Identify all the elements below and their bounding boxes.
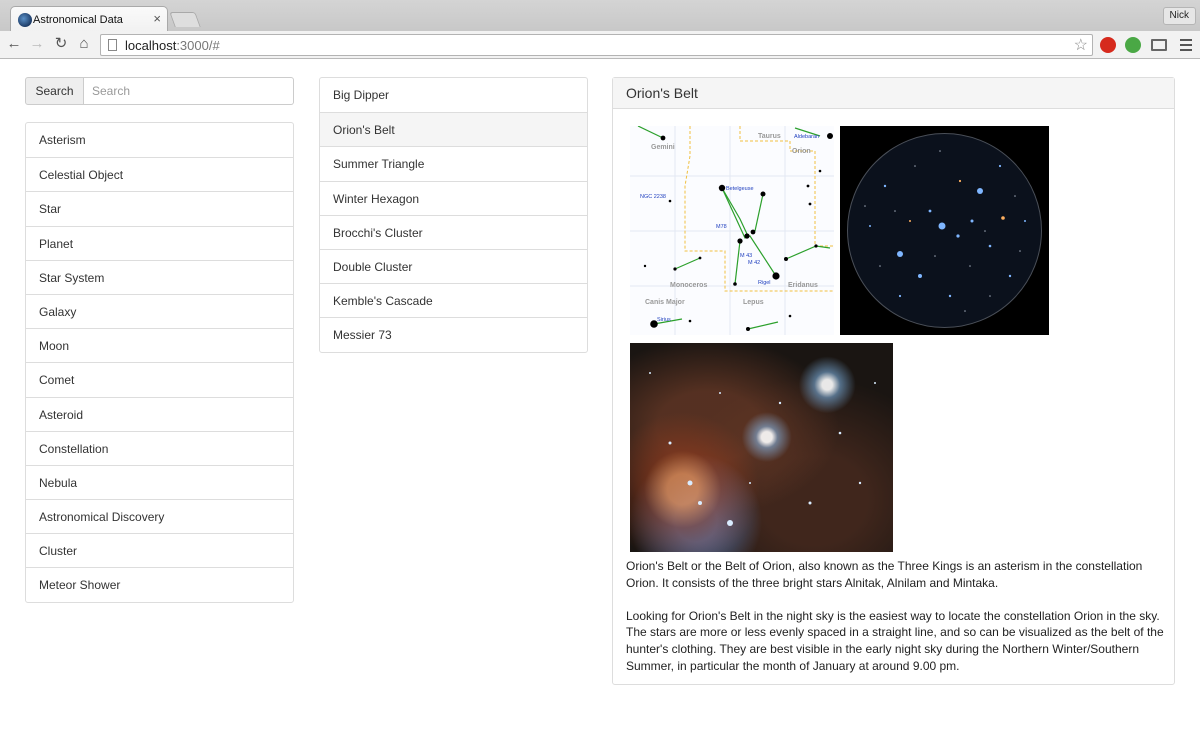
asterism-item-messier-73[interactable]: Messier 73 <box>320 317 587 351</box>
description-paragraph: Orion's Belt or the Belt of Orion, also … <box>626 559 1143 590</box>
category-item-cluster[interactable]: Cluster <box>26 533 293 567</box>
map-label-orion: Orion <box>792 148 811 155</box>
asterism-item-summer-triangle[interactable]: Summer Triangle <box>320 146 587 180</box>
asterism-item-brocchi-s-cluster[interactable]: Brocchi's Cluster <box>320 214 587 249</box>
category-item-planet[interactable]: Planet <box>26 225 293 260</box>
category-item-asterism[interactable]: Asterism <box>26 123 293 157</box>
map-label-monoceros: Monoceros <box>670 282 707 289</box>
detail-panel: Orion's Belt Gemini Taurus Orion Monocer… <box>612 77 1175 685</box>
asterism-item-double-cluster[interactable]: Double Cluster <box>320 248 587 283</box>
menu-icon[interactable] <box>1180 39 1192 51</box>
cast-icon[interactable] <box>1151 39 1167 51</box>
browser-tab-bar: Astronomical Data × Nick <box>0 0 1200 32</box>
sky-view-image <box>840 126 1049 335</box>
asterism-item-kemble-s-cascade[interactable]: Kemble's Cascade <box>320 283 587 317</box>
search-group: Search <box>25 77 294 105</box>
url-path: :3000/# <box>176 38 220 53</box>
map-label-m78: M78 <box>716 224 727 230</box>
detail-title: Orion's Belt <box>613 78 1174 109</box>
bookmark-star-icon[interactable]: ☆ <box>1074 35 1088 55</box>
category-item-meteor-shower[interactable]: Meteor Shower <box>26 567 293 601</box>
address-bar[interactable]: localhost:3000/# ☆ <box>100 34 1093 56</box>
search-input[interactable] <box>84 77 294 105</box>
map-label-gemini: Gemini <box>651 144 675 151</box>
map-label-m42: M 42 <box>748 260 760 266</box>
asterism-item-winter-hexagon[interactable]: Winter Hexagon <box>320 180 587 215</box>
forward-arrow-icon[interactable]: → <box>28 35 46 53</box>
tab-close-icon[interactable]: × <box>153 12 161 25</box>
map-label-m43: M 43 <box>740 253 752 259</box>
site-favicon-icon <box>18 13 32 27</box>
category-item-star[interactable]: Star <box>26 191 293 225</box>
asterism-item-orion-s-belt[interactable]: Orion's Belt <box>320 112 587 147</box>
map-label-eridanus: Eridanus <box>788 282 818 289</box>
category-list: Asterism Celestial Object Star Planet Star S… <box>25 122 294 603</box>
category-item-asteroid[interactable]: Asteroid <box>26 396 293 431</box>
tab-title: Astronomical Data <box>33 14 123 26</box>
profile-button[interactable]: Nick <box>1162 7 1196 25</box>
map-label-lepus: Lepus <box>743 299 764 306</box>
map-label-rigel: Rigel <box>758 280 771 286</box>
map-label-aldebaran: Aldebaran <box>794 134 819 140</box>
map-label-betelgeuse: Betelgeuse <box>726 186 754 192</box>
category-item-moon[interactable]: Moon <box>26 328 293 362</box>
map-label-canis-major: Canis Major <box>645 299 685 306</box>
back-arrow-icon[interactable]: ← <box>5 35 23 53</box>
search-button[interactable]: Search <box>25 77 84 105</box>
star-chart-image: Gemini Taurus Orion Monoceros Eridanus C… <box>630 126 834 335</box>
app-page: Search AsterismCelestial ObjectStarPlane… <box>0 60 1200 750</box>
browser-tab[interactable]: Astronomical Data × <box>10 6 168 32</box>
map-label-sirius: Sirius <box>657 317 671 323</box>
map-label-taurus: Taurus <box>758 133 781 140</box>
map-label-ngc: NGC 2238 <box>640 194 666 200</box>
asterism-list: Big Dipper Orion's Belt Summer Triangle Win… <box>319 77 588 353</box>
url-text: localhost:3000/# <box>125 38 220 53</box>
category-item-constellation[interactable]: Constellation <box>26 430 293 465</box>
category-item-comet[interactable]: Comet <box>26 362 293 396</box>
new-tab-button[interactable] <box>169 12 201 27</box>
category-item-galaxy[interactable]: Galaxy <box>26 293 293 328</box>
extension-green-icon[interactable] <box>1125 37 1141 53</box>
category-item-astronomical-discovery[interactable]: Astronomical Discovery <box>26 499 293 533</box>
category-item-nebula[interactable]: Nebula <box>26 464 293 499</box>
page-icon <box>108 39 117 51</box>
extension-red-icon[interactable] <box>1100 37 1116 53</box>
home-icon[interactable]: ⌂ <box>75 35 93 53</box>
browser-toolbar: ← → ↻ ⌂ localhost:3000/# ☆ <box>0 31 1200 59</box>
asterism-item-big-dipper[interactable]: Big Dipper <box>320 78 587 112</box>
category-item-star-system[interactable]: Star System <box>26 259 293 294</box>
reload-icon[interactable]: ↻ <box>52 35 70 53</box>
orion-nebula-photo <box>630 343 893 552</box>
category-item-celestial-object[interactable]: Celestial Object <box>26 157 293 191</box>
description-paragraph: Looking for Orion's Belt in the night sk… <box>626 608 1164 673</box>
url-host: localhost <box>125 38 177 53</box>
detail-description: Orion's Belt or the Belt of Orion, also … <box>626 558 1166 691</box>
